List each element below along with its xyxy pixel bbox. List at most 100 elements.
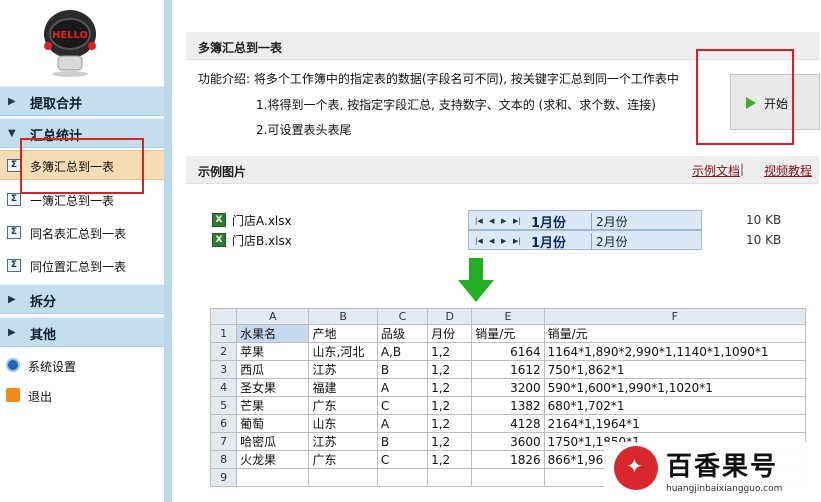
- column-header: C: [376, 308, 429, 325]
- table-cell: 750*1,862*1: [543, 360, 807, 379]
- sheet-tab-active: 1月份: [531, 236, 567, 251]
- table-cell: 1,2: [427, 342, 473, 361]
- table-cell: 广东: [308, 450, 378, 469]
- table-cell: [427, 468, 473, 487]
- group-label: 拆分: [30, 295, 57, 310]
- table-row: 5 芒果 广东 C 1,2 1382 680*1,702*1: [209, 396, 807, 415]
- sidebar-item-same-position-summary[interactable]: Σ 同位置汇总到一表: [0, 251, 164, 281]
- sheet-tab-strip: |◀ ◀ ▶ ▶| 1月份 2月份: [468, 230, 702, 251]
- table-cell: 1164*1,890*2,990*1,1140*1,1090*1: [543, 342, 807, 361]
- highlight-box-start: [696, 49, 794, 145]
- table-cell: 销量/元: [543, 324, 807, 343]
- excel-file-icon: X: [212, 213, 226, 227]
- last-sheet-icon: ▶|: [513, 237, 521, 245]
- column-header-row: ABCDEF: [209, 308, 807, 325]
- table-row: 1 水果名 产地 品级 月份 销量/元 销量/元: [209, 324, 807, 343]
- row-header: 7: [209, 432, 238, 451]
- column-header: A: [236, 308, 310, 325]
- link-separator: |: [740, 162, 745, 176]
- column-header: D: [427, 308, 473, 325]
- table-cell: B: [376, 432, 429, 451]
- group-other[interactable]: ▶ 其他: [0, 317, 164, 347]
- corner-cell: [209, 308, 238, 325]
- table-row: 3 西瓜 江苏 B 1,2 1612 750*1,862*1: [209, 360, 807, 379]
- table-cell: 680*1,702*1: [543, 396, 807, 415]
- example-doc-link[interactable]: 示例文档: [692, 162, 740, 179]
- section-title: 多簿汇总到一表: [198, 41, 283, 55]
- table-cell: 山东,河北: [308, 342, 378, 361]
- next-sheet-icon: ▶: [501, 217, 507, 225]
- table-cell: 1826: [471, 450, 545, 469]
- watermark: ✦ 百香果号 huangjinbaixiangguo.com: [604, 442, 821, 502]
- last-sheet-icon: ▶|: [513, 217, 521, 225]
- video-tutorial-link[interactable]: 视频教程: [764, 162, 812, 179]
- table-cell: 1,2: [427, 378, 473, 397]
- file-name: 门店A.xlsx: [232, 214, 292, 228]
- group-label: 其他: [30, 328, 57, 343]
- excel-file-icon: X: [212, 233, 226, 247]
- table-cell: [236, 468, 310, 487]
- prev-sheet-icon: ◀: [489, 237, 495, 245]
- expanded-arrow-icon: ▼: [8, 128, 16, 139]
- table-cell: C: [376, 450, 429, 469]
- sidebar-item-exit[interactable]: 退出: [0, 384, 164, 410]
- feature-point-1: 1.将得到一个表, 按指定字段汇总, 支持数字、文本的 (求和、求个数、连接): [256, 98, 656, 112]
- file-size: 10 KB: [746, 233, 782, 247]
- sheet-tab: 2月份: [591, 233, 628, 250]
- row-header: 8: [209, 450, 238, 469]
- table-cell: 1382: [471, 396, 545, 415]
- table-cell: [471, 468, 545, 487]
- table-cell: 590*1,600*1,990*1,1020*1: [543, 378, 807, 397]
- table-cell: 1,2: [427, 360, 473, 379]
- highlight-box-sidebar: [20, 138, 144, 194]
- sidebar-item-settings[interactable]: 系统设置: [0, 354, 164, 380]
- file-row: X 门店A.xlsx |◀ ◀ ▶ ▶| 1月份 2月份 10 KB: [212, 210, 802, 231]
- row-header: 6: [209, 414, 238, 433]
- sheet-tab-active: 1月份: [531, 216, 567, 231]
- table-cell: 1,2: [427, 450, 473, 469]
- sidebar-item-same-name-summary[interactable]: Σ 同名表汇总到一表: [0, 218, 164, 248]
- sigma-icon: Σ: [7, 193, 21, 206]
- row-header: 3: [209, 360, 238, 379]
- sigma-icon: Σ: [7, 259, 21, 272]
- feature-point-2: 2.可设置表头表尾: [256, 123, 352, 137]
- table-cell: A: [376, 414, 429, 433]
- table-cell: [376, 468, 429, 487]
- table-cell: 产地: [308, 324, 378, 343]
- row-header: 2: [209, 342, 238, 361]
- table-cell: 1,2: [427, 396, 473, 415]
- group-split[interactable]: ▶ 拆分: [0, 284, 164, 314]
- row-header: 1: [209, 324, 238, 343]
- sheet-tab: 2月份: [591, 213, 628, 230]
- settings-icon: [6, 358, 20, 372]
- file-row: X 门店B.xlsx |◀ ◀ ▶ ▶| 1月份 2月份 10 KB: [212, 230, 802, 251]
- sidebar-item-label: 同位置汇总到一表: [30, 260, 127, 274]
- sigma-icon: Σ: [7, 226, 21, 239]
- feature-description: 功能介绍: 将多个工作簿中的指定表的数据(字段名可不同), 按关键字汇总到同一个…: [198, 72, 679, 86]
- table-cell: 3600: [471, 432, 545, 451]
- first-sheet-icon: |◀: [475, 237, 483, 245]
- robot-mascot-icon: HELLO: [44, 10, 96, 77]
- file-size: 10 KB: [746, 213, 782, 227]
- column-header: E: [471, 308, 545, 325]
- column-header: F: [543, 308, 807, 325]
- logo-text: HELLO: [52, 30, 88, 41]
- next-sheet-icon: ▶: [501, 237, 507, 245]
- table-cell: 圣女果: [236, 378, 310, 397]
- table-cell: 山东: [308, 414, 378, 433]
- table-cell: 6164: [471, 342, 545, 361]
- table-cell: A,B: [376, 342, 429, 361]
- table-cell: 2164*1,1964*1: [543, 414, 807, 433]
- collapsed-arrow-icon: ▶: [8, 327, 16, 338]
- sidebar-divider: [164, 0, 172, 502]
- group-label: 提取合并: [30, 97, 83, 112]
- watermark-url: huangjinbaixiangguo.com: [666, 484, 783, 494]
- table-cell: 江苏: [308, 360, 378, 379]
- group-extract-merge[interactable]: ▶ 提取合并: [0, 86, 164, 116]
- table-cell: 4128: [471, 414, 545, 433]
- row-header: 9: [209, 468, 238, 487]
- table-cell: 福建: [308, 378, 378, 397]
- table-cell: 江苏: [308, 432, 378, 451]
- table-cell: 1,2: [427, 432, 473, 451]
- table-cell: C: [376, 396, 429, 415]
